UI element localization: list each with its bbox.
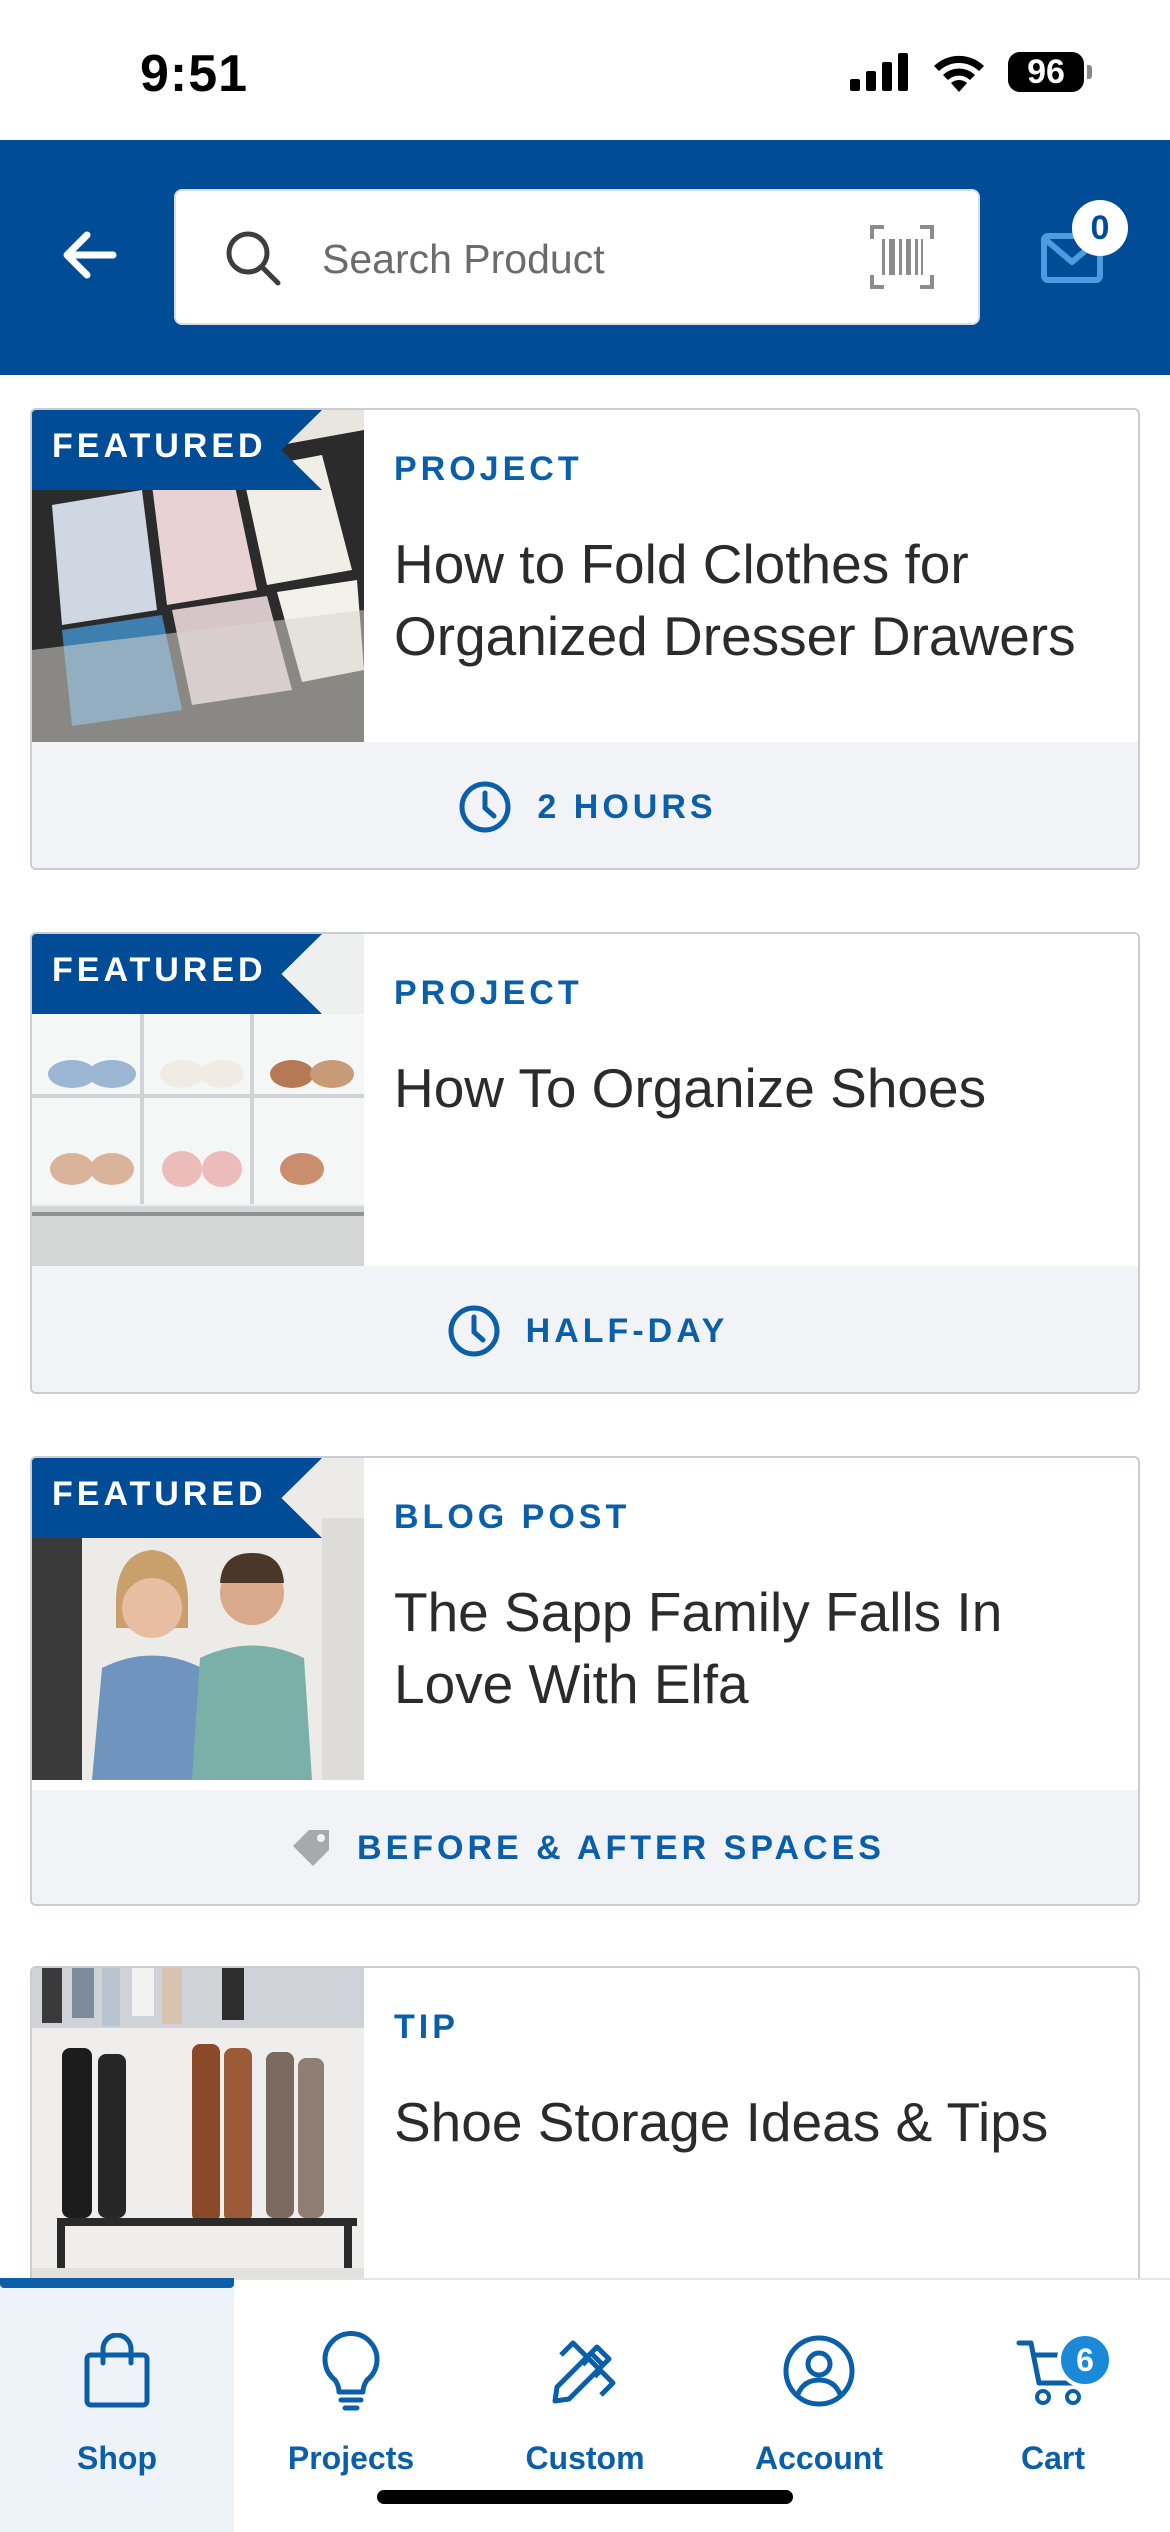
nav-tab-shop[interactable]: Shop — [0, 2278, 234, 2532]
home-indicator — [377, 2490, 793, 2504]
battery-cap — [1087, 65, 1092, 79]
card-footer: BEFORE & AFTER SPACES — [32, 1790, 1138, 1904]
arrow-left-icon — [63, 231, 117, 279]
clock-icon — [448, 1305, 500, 1357]
featured-flag: FEATURED — [32, 934, 322, 1014]
category-text: BEFORE & AFTER SPACES — [357, 1828, 885, 1867]
card-title: How to Fold Clothes for Organized Dresse… — [394, 533, 1076, 667]
cart-icon: 6 — [1015, 2326, 1113, 2416]
card-title: The Sapp Family Falls In Love With Elfa — [394, 1581, 1003, 1715]
status-bar: 9:51 96 — [0, 0, 1170, 140]
card-type-label: TIP — [394, 2008, 459, 2046]
card-footer: HALF-DAY — [32, 1266, 1138, 1392]
duration-text: HALF-DAY — [525, 1311, 729, 1350]
nav-tab-cart[interactable]: 6 Cart — [936, 2280, 1170, 2532]
tag-icon — [293, 1830, 330, 1866]
nav-label: Shop — [77, 2440, 157, 2476]
clock-icon — [459, 781, 511, 833]
nav-label: Custom — [525, 2440, 645, 2476]
content-card[interactable]: FEATURED PROJECT How To Organize Shoes H… — [30, 932, 1140, 1394]
card-type-label: PROJECT — [394, 450, 583, 488]
cart-count-badge: 6 — [1057, 2332, 1113, 2388]
battery-level: 96 — [1008, 52, 1084, 92]
featured-flag: FEATURED — [32, 1458, 322, 1538]
featured-flag: FEATURED — [32, 410, 322, 490]
wifi-icon — [934, 55, 984, 92]
card-thumbnail — [32, 1968, 364, 2300]
battery-indicator: 96 — [1008, 52, 1092, 92]
barcode-scan-icon[interactable] — [870, 225, 934, 289]
nav-label: Account — [755, 2440, 883, 2476]
card-type-label: PROJECT — [394, 974, 583, 1012]
card-footer: 2 HOURS — [32, 742, 1138, 868]
cellular-signal-icon — [850, 53, 908, 91]
search-icon — [226, 231, 281, 286]
content-card[interactable]: FEATURED BLOG POST The Sapp Family Falls… — [30, 1456, 1140, 1906]
content-card[interactable]: FEATURED PROJECT How to Fold Clothes for… — [30, 408, 1140, 870]
app-header: 0 — [0, 140, 1170, 375]
card-title: Shoe Storage Ideas & Tips — [394, 2091, 1049, 2153]
shopping-bag-icon — [81, 2326, 153, 2416]
search-box[interactable] — [174, 189, 980, 325]
nav-label: Cart — [1020, 2440, 1085, 2476]
card-type-label: BLOG POST — [394, 1498, 631, 1536]
mail-count-badge: 0 — [1072, 200, 1128, 256]
duration-text: 2 HOURS — [537, 787, 717, 826]
back-button[interactable] — [54, 220, 124, 290]
status-icons: 96 — [850, 52, 1092, 92]
card-title: How To Organize Shoes — [394, 1057, 987, 1119]
nav-label: Projects — [287, 2440, 415, 2476]
user-circle-icon — [782, 2326, 856, 2416]
status-time: 9:51 — [140, 45, 249, 103]
search-input[interactable] — [322, 221, 822, 297]
boot-rack-image — [32, 1968, 364, 2300]
lightbulb-icon — [319, 2326, 383, 2416]
pencil-ruler-icon — [549, 2326, 621, 2416]
